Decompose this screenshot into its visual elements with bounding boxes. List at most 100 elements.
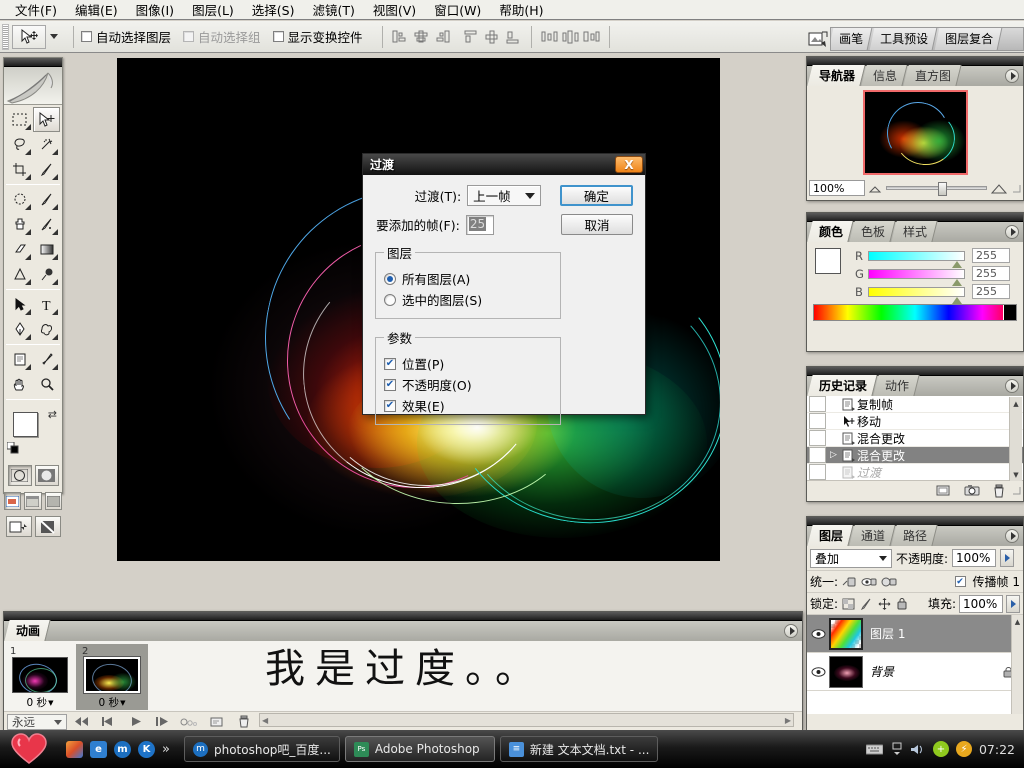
menu-item-image[interactable]: 图像(I) <box>127 0 183 21</box>
align-left-edges-icon[interactable] <box>391 27 410 46</box>
shield-green-icon[interactable]: + <box>933 741 949 757</box>
layer-thumbnail[interactable] <box>829 656 863 688</box>
scroll-up-icon[interactable]: ▲ <box>1010 397 1022 410</box>
tab-layers[interactable]: 图层 <box>807 525 853 546</box>
maxthon-icon[interactable]: m <box>114 741 131 758</box>
tool-preset-chevron-icon[interactable] <box>50 34 58 39</box>
palette-tab-brushes[interactable]: 画笔 <box>830 28 872 50</box>
custom-shape-tool[interactable] <box>33 317 60 342</box>
clock[interactable]: 07:22 <box>979 742 1015 757</box>
show-desktop-icon[interactable] <box>66 741 83 758</box>
menu-item-filter[interactable]: 滤镜(T) <box>303 0 363 21</box>
frame-delay[interactable]: 0 秒▼ <box>27 695 54 710</box>
zoom-out-icon[interactable] <box>869 183 882 194</box>
show-transform-controls-option[interactable]: 显示变换控件 <box>273 27 363 46</box>
blend-mode-select[interactable]: 叠加 <box>810 549 892 568</box>
fill-stepper[interactable] <box>1006 595 1020 613</box>
security-icon[interactable]: ⚡ <box>956 741 972 757</box>
history-panel-menu-icon[interactable] <box>1005 379 1019 393</box>
layers-list[interactable]: 图层 1 背景 ▲ <box>807 615 1023 714</box>
file-browser-icon[interactable] <box>806 28 830 50</box>
dodge-tool[interactable] <box>33 262 60 287</box>
layers-scrollbar[interactable]: ▲ <box>1011 615 1023 714</box>
scroll-down-icon[interactable]: ▼ <box>1010 468 1022 481</box>
tab-styles[interactable]: 样式 <box>891 221 937 242</box>
menu-item-help[interactable]: 帮助(H) <box>490 0 552 21</box>
lock-transparency-icon[interactable] <box>842 598 855 610</box>
animation-frame-selected[interactable]: 2 0 秒▼ <box>76 644 148 710</box>
gradient-tool[interactable] <box>33 237 60 262</box>
color-panel-menu-icon[interactable] <box>1005 225 1019 239</box>
options-bar-grip[interactable] <box>2 24 9 50</box>
blue-value[interactable]: 255 <box>972 284 1010 299</box>
quick-launch-overflow-icon[interactable]: » <box>162 742 170 757</box>
propagate-frames-checkbox[interactable]: ✔ <box>955 576 966 587</box>
frame-delay[interactable]: 0 秒▼ <box>99 695 126 710</box>
resize-grip-icon[interactable] <box>1012 486 1021 495</box>
taskbar-item-active[interactable]: Ps Adobe Photoshop <box>345 736 495 762</box>
history-scrollbar[interactable]: ▲ ▼ <box>1009 397 1022 481</box>
delete-frame-button[interactable] <box>232 713 256 730</box>
navigator-panel-menu-icon[interactable] <box>1005 69 1019 83</box>
tab-history[interactable]: 历史记录 <box>807 375 877 396</box>
opacity-value[interactable]: 100% <box>952 549 996 567</box>
chevron-down-icon[interactable] <box>879 556 887 561</box>
palette-tab-layer-comps[interactable]: 图层复合 <box>935 28 1003 50</box>
menu-item-view[interactable]: 视图(V) <box>364 0 425 21</box>
layer-name[interactable]: 背景 <box>870 663 1003 680</box>
menu-item-select[interactable]: 选择(S) <box>243 0 304 21</box>
history-item-selected[interactable]: ▷ 混合更改 <box>807 447 1023 464</box>
distribute-right-edges-icon[interactable] <box>582 27 601 46</box>
color-foreground-swatch[interactable] <box>815 248 841 274</box>
scroll-up-icon[interactable]: ▲ <box>1012 615 1023 628</box>
toolbox-grip[interactable] <box>4 58 62 67</box>
red-slider[interactable] <box>868 251 965 261</box>
tab-channels[interactable]: 通道 <box>849 525 895 546</box>
eraser-tool[interactable] <box>6 237 33 262</box>
path-selection-tool[interactable] <box>6 292 33 317</box>
zoom-level-field[interactable]: 100% <box>809 180 865 196</box>
history-source-checkbox[interactable] <box>809 447 826 463</box>
cancel-button[interactable]: 取消 <box>561 214 633 235</box>
tween-dialog[interactable]: 过渡 X 过渡(T): 上一帧 确定 要添加的帧(F): 25 取 <box>362 153 646 415</box>
layer-thumbnail[interactable] <box>829 618 863 650</box>
blue-slider[interactable] <box>868 287 965 297</box>
chevron-down-icon[interactable] <box>525 193 535 199</box>
brush-tool[interactable] <box>33 187 60 212</box>
distribute-left-edges-icon[interactable] <box>540 27 559 46</box>
tween-frames-button[interactable] <box>178 713 202 730</box>
lock-all-icon[interactable] <box>896 597 908 610</box>
magic-wand-tool[interactable] <box>33 132 60 157</box>
history-source-checkbox[interactable] <box>809 396 826 412</box>
menu-item-layer[interactable]: 图层(L) <box>183 0 243 21</box>
history-item[interactable]: 移动 <box>807 413 1023 430</box>
healing-brush-tool[interactable] <box>6 187 33 212</box>
tab-animation[interactable]: 动画 <box>4 620 50 641</box>
layers-panel-menu-icon[interactable] <box>1005 529 1019 543</box>
eyedropper-tool[interactable] <box>33 347 60 372</box>
unify-visibility-icon[interactable] <box>861 575 877 589</box>
close-icon[interactable]: X <box>615 156 643 173</box>
tab-histogram[interactable]: 直方图 <box>903 65 961 86</box>
hand-tool[interactable] <box>6 372 33 397</box>
tab-navigator[interactable]: 导航器 <box>807 65 865 86</box>
swap-colors-icon[interactable]: ⇄ <box>48 408 57 421</box>
move-tool[interactable] <box>33 107 60 132</box>
jump-to-imageready-icon[interactable] <box>6 516 32 537</box>
ramp-black-white-swatch[interactable] <box>1003 305 1016 320</box>
volume-icon[interactable] <box>910 741 926 757</box>
history-item[interactable]: 混合更改 <box>807 430 1023 447</box>
auto-select-layer-option[interactable]: 自动选择图层 <box>81 27 171 46</box>
resize-grip-icon[interactable] <box>1012 184 1021 193</box>
all-layers-radio[interactable] <box>384 273 396 285</box>
type-tool[interactable]: T <box>33 292 60 317</box>
expand-tray-icon[interactable] <box>890 742 903 756</box>
tab-info[interactable]: 信息 <box>861 65 907 86</box>
palette-well-tabs[interactable]: 画笔 工具预设 图层复合 <box>830 27 1024 51</box>
frame-thumbnail[interactable] <box>12 657 68 693</box>
standard-screen-mode-button[interactable] <box>4 492 21 510</box>
kingsoft-icon[interactable]: K <box>138 741 155 758</box>
zoom-slider-knob[interactable] <box>938 182 947 196</box>
palette-tab-tool-presets[interactable]: 工具预设 <box>870 28 938 50</box>
scroll-left-icon[interactable]: ◀ <box>260 716 268 725</box>
